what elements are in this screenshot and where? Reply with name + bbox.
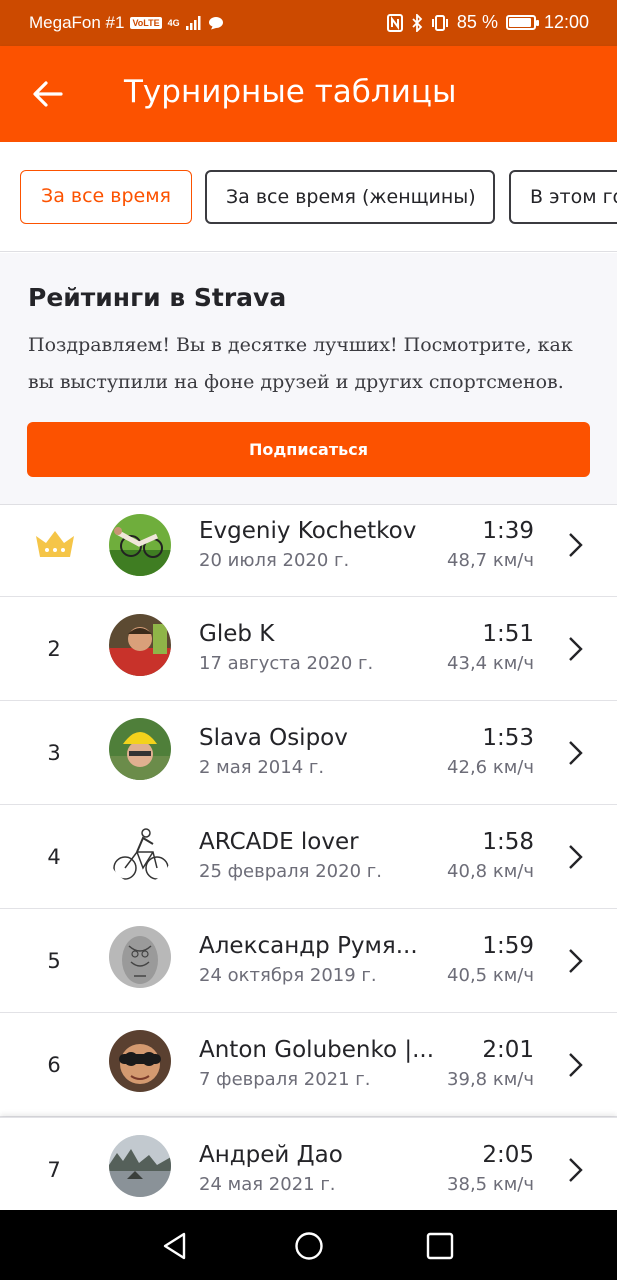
athlete-name: Александр Румя... <box>199 933 418 959</box>
home-circle-icon[interactable] <box>293 1230 325 1262</box>
battery-percent: 85 % <box>456 12 498 32</box>
chevron-right-icon <box>569 533 583 557</box>
chevron-right-icon <box>569 949 583 973</box>
leaderboard-row[interactable]: 5 Александр Румя... 24 октября 2019 г. 1… <box>0 909 617 1013</box>
rank-number: 2 <box>47 637 61 661</box>
vibrate-icon <box>431 14 448 31</box>
chevron-right-icon <box>569 741 583 765</box>
effort-time: 2:05 <box>482 1142 534 1168</box>
effort-speed: 40,5 км/ч <box>447 965 534 986</box>
effort-date: 25 февраля 2020 г. <box>199 861 382 882</box>
effort-time: 1:51 <box>482 621 534 647</box>
chevron-right-icon <box>569 845 583 869</box>
rank-number: 4 <box>47 845 61 869</box>
bluetooth-icon <box>412 13 423 32</box>
effort-speed: 48,7 км/ч <box>447 550 534 571</box>
effort-speed: 38,5 км/ч <box>447 1174 534 1195</box>
effort-time: 1:58 <box>482 829 534 855</box>
rank-number: 7 <box>47 1158 61 1182</box>
effort-date: 24 мая 2021 г. <box>199 1174 336 1195</box>
clock: 12:00 <box>543 12 589 32</box>
back-button[interactable] <box>30 76 66 112</box>
carrier-name: MegaFon #1 <box>29 13 125 32</box>
app-bar: Турнирные таблицы <box>0 46 617 142</box>
avatar <box>109 1030 171 1092</box>
avatar <box>109 514 171 576</box>
effort-date: 7 февраля 2021 г. <box>199 1069 371 1090</box>
battery-icon <box>505 15 539 30</box>
leaderboard-row[interactable]: Evgeniy Kochetkov 20 июля 2020 г. 1:39 4… <box>0 505 617 597</box>
leaderboard-row[interactable]: 2 Gleb K 17 августа 2020 г. 1:51 43,4 км… <box>0 597 617 701</box>
effort-time: 1:39 <box>482 518 534 544</box>
athlete-name: Андрей Дао <box>199 1142 343 1168</box>
avatar <box>109 614 171 676</box>
chevron-right-icon <box>569 1158 583 1182</box>
filter-all-time[interactable]: За все время <box>20 170 192 224</box>
effort-speed: 42,6 км/ч <box>447 757 534 778</box>
avatar <box>109 718 171 780</box>
page-title: Турнирные таблицы <box>124 74 457 110</box>
network-type: 4G <box>167 17 180 28</box>
avatar <box>109 926 171 988</box>
effort-speed: 43,4 км/ч <box>447 653 534 674</box>
system-nav-bar <box>0 1210 617 1280</box>
leaderboard-row[interactable]: 6 Anton Golubenko |... 7 февраля 2021 г.… <box>0 1013 617 1117</box>
arrow-left-icon <box>33 81 63 107</box>
filter-all-time-women[interactable]: За все время (женщины) <box>205 170 495 224</box>
strava-ratings-promo: Рейтинги в Strava Поздравляем! Вы в деся… <box>0 253 617 505</box>
nfc-icon <box>386 13 403 32</box>
avatar <box>109 1135 171 1197</box>
signal-icon <box>185 16 201 30</box>
avatar <box>109 822 171 884</box>
recents-square-icon[interactable] <box>424 1230 456 1262</box>
status-right: 85 % 12:00 <box>386 12 589 33</box>
effort-speed: 40,8 км/ч <box>447 861 534 882</box>
message-icon <box>208 17 223 30</box>
effort-time: 1:59 <box>482 933 534 959</box>
athlete-name: ARCADE lover <box>199 829 359 855</box>
status-bar: MegaFon #1 VoLTE 4G 85 % 12:00 <box>0 0 617 46</box>
effort-date: 20 июля 2020 г. <box>199 550 350 571</box>
athlete-name: Slava Osipov <box>199 725 348 751</box>
chevron-right-icon <box>569 637 583 661</box>
effort-date: 24 октября 2019 г. <box>199 965 377 986</box>
leaderboard-row[interactable]: 3 Slava Osipov 2 мая 2014 г. 1:53 42,6 к… <box>0 701 617 805</box>
athlete-name: Evgeniy Kochetkov <box>199 518 417 544</box>
effort-time: 2:01 <box>482 1037 534 1063</box>
chevron-right-icon <box>569 1053 583 1077</box>
filter-tabs: За все время За все время (женщины) В эт… <box>0 142 617 252</box>
rank-number: 3 <box>47 741 61 765</box>
rank-number: 6 <box>47 1053 61 1077</box>
effort-date: 17 августа 2020 г. <box>199 653 374 674</box>
athlete-name: Gleb K <box>199 621 275 647</box>
volte-badge: VoLTE <box>130 17 162 29</box>
athlete-name: Anton Golubenko |... <box>199 1037 435 1063</box>
back-triangle-icon[interactable] <box>160 1230 192 1262</box>
status-left: MegaFon #1 VoLTE 4G <box>29 13 224 33</box>
effort-date: 2 мая 2014 г. <box>199 757 325 778</box>
effort-time: 1:53 <box>482 725 534 751</box>
subscribe-button[interactable]: Подписаться <box>27 422 590 477</box>
leaderboard-list: Evgeniy Kochetkov 20 июля 2020 г. 1:39 4… <box>0 505 617 1221</box>
effort-speed: 39,8 км/ч <box>447 1069 534 1090</box>
leaderboard-row[interactable]: 4 ARCADE lover 25 февраля 2020 г. 1:58 4… <box>0 805 617 909</box>
filter-this-year[interactable]: В этом году <box>509 170 617 224</box>
crown-icon <box>36 531 74 557</box>
promo-title: Рейтинги в Strava <box>28 283 287 312</box>
promo-text: Поздравляем! Вы в десятке лучших! Посмот… <box>28 334 573 393</box>
leaderboard-row[interactable]: 7 Андрей Дао 24 мая 2021 г. 2:05 38,5 км… <box>0 1117 617 1221</box>
battery-level <box>508 18 532 27</box>
rank-number: 5 <box>47 949 61 973</box>
